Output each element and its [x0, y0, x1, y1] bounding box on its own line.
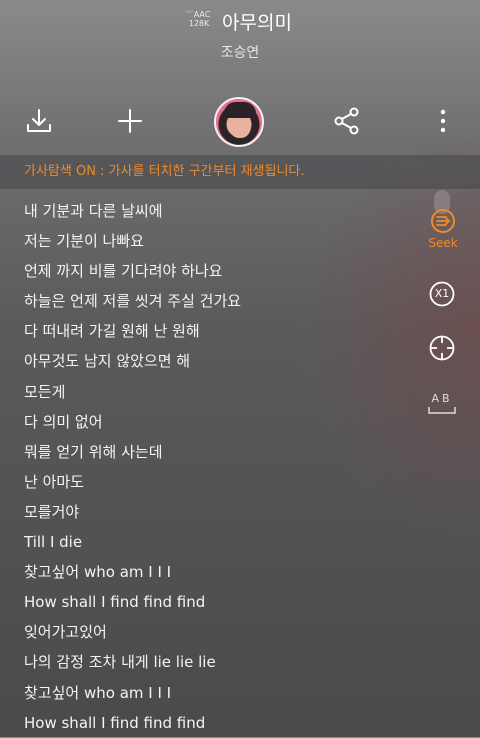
lyric-line[interactable]: 다 의미 없어	[24, 407, 414, 437]
playback-speed-button[interactable]: X1	[428, 280, 456, 308]
ab-bracket-icon	[428, 407, 456, 414]
lyric-line[interactable]: 하늘은 언제 저를 씻겨 주실 건가요	[24, 286, 414, 316]
current-line-button[interactable]	[428, 334, 456, 362]
lyric-line[interactable]: 뭐를 얻기 위해 사는데	[24, 437, 414, 467]
lyric-line[interactable]: 난 아마도	[24, 467, 414, 497]
download-button[interactable]	[24, 106, 54, 136]
lyric-line[interactable]: 저는 기분이 나빠요	[24, 226, 414, 256]
more-options-button[interactable]	[428, 106, 458, 136]
lyric-line[interactable]: 아무것도 남지 않았으면 해	[24, 346, 414, 376]
plus-icon	[118, 109, 142, 133]
lyric-line[interactable]: How shall I find find find	[24, 587, 414, 617]
lyric-line[interactable]: How shall I find find find	[24, 708, 414, 738]
lyrics-search-notice: 가사탐색 ON : 가사를 터치한 구간부터 재생됩니다.	[0, 155, 480, 189]
seek-label: Seek	[428, 236, 458, 250]
download-icon	[27, 109, 51, 132]
add-to-playlist-button[interactable]	[115, 106, 145, 136]
lyric-line[interactable]: 찾고싶어 who am I I I	[24, 678, 414, 708]
codec-badge: 〰 AAC 128K	[186, 8, 212, 32]
seek-button[interactable]: Seek	[424, 206, 462, 256]
codec-bitrate: 128K	[188, 19, 210, 28]
lyric-line[interactable]: 잊어가고있어	[24, 617, 414, 647]
lyric-line[interactable]: 모든게	[24, 377, 414, 407]
header: 〰 AAC 128K 아무의미 조승연	[0, 0, 480, 70]
sound-wave-icon: 〰	[186, 8, 193, 16]
lyric-line[interactable]: Till I die	[24, 527, 414, 557]
lyric-line[interactable]: 모를거야	[24, 497, 414, 527]
ab-repeat-label: AB	[431, 392, 453, 405]
song-title: 아무의미	[222, 12, 292, 34]
speed-label: X1	[434, 287, 450, 300]
lyrics-list: 내 기분과 다른 날씨에 저는 기분이 나빠요 언제 까지 비를 기다려야 하나요 하…	[24, 196, 414, 738]
more-vertical-icon	[440, 109, 446, 133]
artist-name: 조승연	[220, 45, 260, 61]
artist-avatar[interactable]	[214, 97, 264, 147]
seek-icon	[431, 209, 455, 233]
crosshair-icon	[429, 335, 455, 361]
share-button[interactable]	[332, 106, 362, 136]
lyric-line[interactable]: 내 기분과 다른 날씨에	[24, 196, 414, 226]
lyric-line[interactable]: 나의 감정 조차 내게 lie lie lie	[24, 647, 414, 677]
lyric-line[interactable]: 찾고싶어 who am I I I	[24, 557, 414, 587]
share-icon	[334, 107, 359, 135]
lyric-line[interactable]: 언제 까지 비를 기다려야 하나요	[24, 256, 414, 286]
lyric-line[interactable]: 다 떠내려 가길 원해 난 원해	[24, 316, 414, 346]
ab-repeat-button[interactable]: AB	[426, 392, 458, 416]
avatar-hair	[224, 102, 256, 118]
